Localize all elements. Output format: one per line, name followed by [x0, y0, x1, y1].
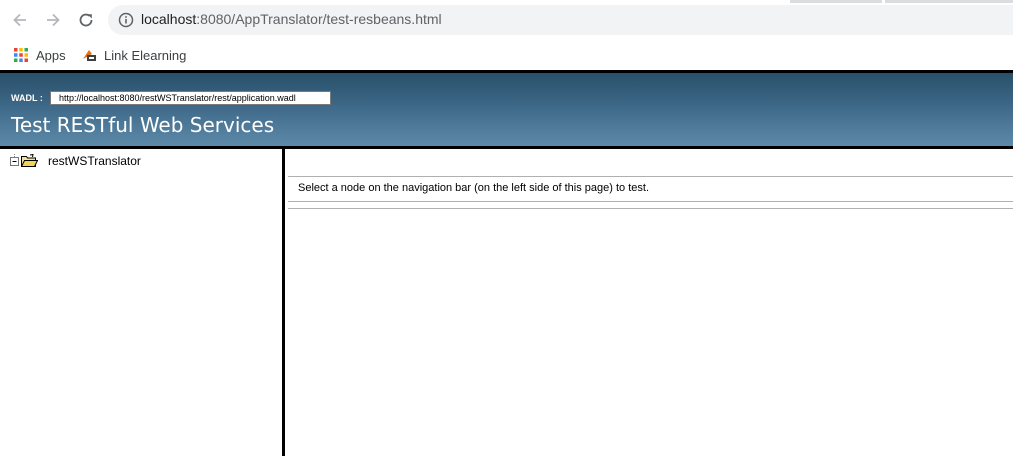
- page-banner: WADL : Test RESTful Web Services: [0, 73, 1013, 146]
- url-host: localhost: [141, 11, 197, 27]
- tab-strip-edge: [885, 0, 1013, 3]
- bookmark-label: Link Elearning: [104, 47, 187, 63]
- bookmark-site-icon: [83, 50, 96, 61]
- wadl-url-input[interactable]: [50, 91, 331, 105]
- tree-expander-icon[interactable]: [9, 154, 20, 168]
- wadl-label: WADL :: [11, 93, 43, 103]
- tree-node-label: restWSTranslator: [48, 154, 141, 168]
- url-text[interactable]: localhost:8080/AppTranslator/test-resbea…: [141, 11, 442, 27]
- forward-arrow-icon: [47, 13, 60, 27]
- content-rule: [288, 176, 1013, 177]
- reload-button[interactable]: [75, 9, 97, 31]
- tab-strip-edge: [790, 0, 882, 3]
- page-title: Test RESTful Web Services: [11, 113, 275, 137]
- tree-node-root[interactable]: restWSTranslator: [9, 154, 141, 168]
- instruction-message: Select a node on the navigation bar (on …: [298, 182, 650, 194]
- address-bar[interactable]: localhost:8080/AppTranslator/test-resbea…: [108, 5, 1013, 35]
- navigation-pane: restWSTranslator: [0, 149, 282, 456]
- bookmark-apps[interactable]: Apps: [13, 44, 66, 66]
- open-folder-icon: [21, 154, 38, 167]
- url-path: :8080/AppTranslator/test-resbeans.html: [196, 11, 442, 27]
- bookmarks-bar: Apps Link Elearning: [0, 40, 1013, 70]
- back-arrow-icon: [13, 13, 26, 27]
- back-button[interactable]: [9, 9, 31, 31]
- browser-toolbar: localhost:8080/AppTranslator/test-resbea…: [0, 0, 1013, 40]
- apps-grid-icon: [14, 48, 28, 62]
- content-rule: [288, 208, 1013, 209]
- forward-button[interactable]: [42, 9, 64, 31]
- reload-icon: [79, 13, 93, 27]
- content-rule: [288, 201, 1013, 202]
- info-icon[interactable]: [118, 12, 134, 28]
- bookmark-label: Apps: [36, 47, 66, 63]
- pane-divider[interactable]: [282, 149, 285, 456]
- bookmark-link-elearning[interactable]: Link Elearning: [81, 44, 186, 66]
